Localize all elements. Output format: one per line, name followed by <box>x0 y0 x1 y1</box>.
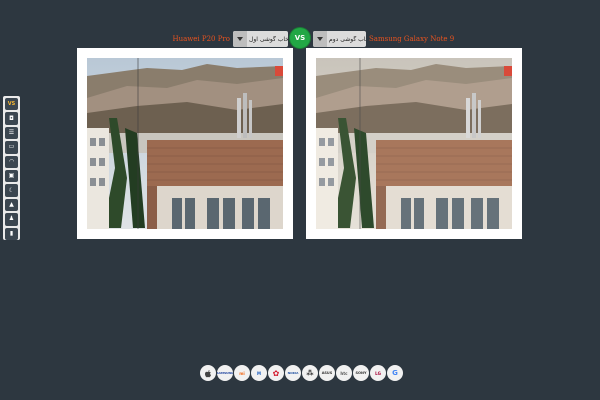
second-phone-select-label: انتخاب گوشی دوم <box>329 35 366 43</box>
camera-icon[interactable]: ◘ <box>5 112 18 125</box>
apple-logo-icon[interactable] <box>200 365 216 381</box>
sony-logo-icon[interactable]: SONY <box>353 365 369 381</box>
huawei-logo-icon[interactable]: ✿ <box>268 365 284 381</box>
first-phone-select[interactable]: انتخاب گوشی اول <box>233 31 288 47</box>
asus-logo-icon[interactable]: ASUS <box>319 365 335 381</box>
nokia-logo-icon[interactable]: NOKIA <box>285 365 301 381</box>
blackberry-logo-icon[interactable]: ⁂ <box>302 365 318 381</box>
xiaomi-logo-icon[interactable]: mi <box>234 365 250 381</box>
vs-badge: VS <box>290 28 310 48</box>
chevron-down-icon <box>233 31 247 47</box>
lg-logo-icon[interactable]: LG <box>370 365 386 381</box>
moon-icon[interactable]: ☾ <box>5 184 18 197</box>
second-phone-select[interactable]: انتخاب گوشی دوم <box>313 31 366 47</box>
battery-icon[interactable]: ▮ <box>5 227 18 241</box>
google-logo-icon[interactable]: G <box>387 365 403 381</box>
landscape-icon[interactable]: ▲ <box>5 198 18 212</box>
htc-logo-icon[interactable]: htc <box>336 365 352 381</box>
left-photo-image <box>87 58 283 229</box>
chevron-down-icon <box>313 31 327 47</box>
vs-icon[interactable]: VS <box>5 98 18 111</box>
photo-icon[interactable]: ▣ <box>5 170 18 183</box>
left-sample-photo[interactable] <box>77 48 293 239</box>
comparison-toolbar: VS ◘ ☰ ▭ ◠ ▣ ☾ ▲ ♟ ▮ <box>3 96 20 241</box>
right-sample-photo[interactable] <box>306 48 522 239</box>
screen-icon[interactable]: ▭ <box>5 141 18 154</box>
right-phone-name: Samsung Galaxy Note 9 <box>369 35 455 43</box>
brand-filter-strip: SAMSUNG mi M ✿ NOKIA ⁂ ASUS htc SONY LG … <box>200 361 403 385</box>
menu-icon[interactable]: ☰ <box>5 126 18 140</box>
first-phone-select-label: انتخاب گوشی اول <box>249 35 288 43</box>
right-photo-image <box>316 58 512 229</box>
apple-icon <box>204 369 211 377</box>
speedometer-icon[interactable]: ◠ <box>5 155 18 169</box>
samsung-logo-icon[interactable]: SAMSUNG <box>217 365 233 381</box>
portrait-icon[interactable]: ♟ <box>5 213 18 226</box>
left-phone-name: Huawei P20 Pro <box>172 35 231 43</box>
motorola-logo-icon[interactable]: M <box>251 365 267 381</box>
